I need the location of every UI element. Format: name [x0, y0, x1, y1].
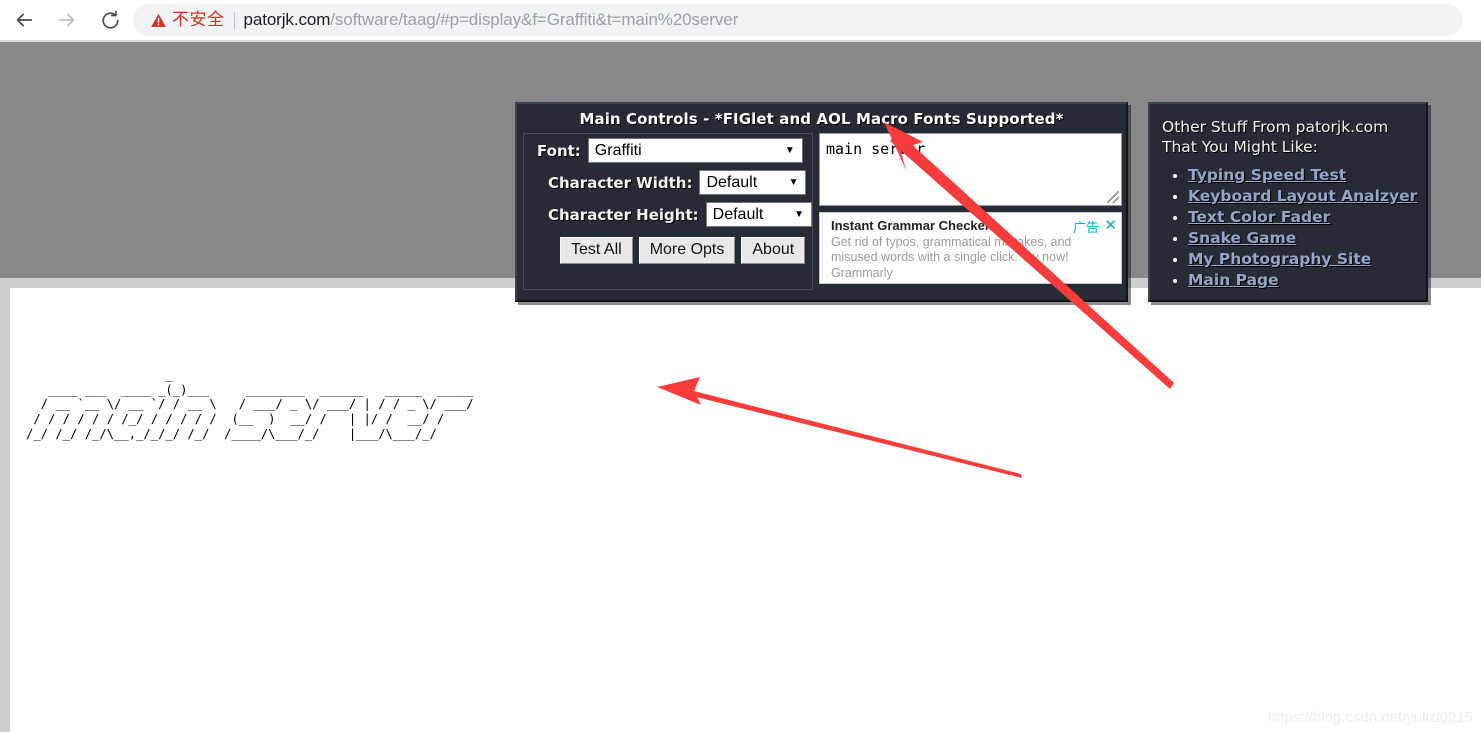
reload-button[interactable] [96, 6, 124, 34]
page-body: Main Controls - *FIGlet and AOL Macro Fo… [0, 42, 1481, 732]
warning-triangle-icon [150, 12, 167, 29]
url-path: /software/taag/#p=display&f=Graffiti&t=m… [330, 10, 739, 29]
other-stuff-heading: Other Stuff From patorjk.com That You Mi… [1162, 118, 1426, 157]
character-width-value: Default [706, 173, 758, 191]
other-stuff-link-list: Typing Speed Test Keyboard Layout Analzy… [1162, 166, 1426, 290]
link-my-photography-site[interactable]: My Photography Site [1188, 250, 1371, 268]
list-item: My Photography Site [1188, 250, 1426, 269]
list-item: Typing Speed Test [1188, 166, 1426, 185]
more-opts-button[interactable]: More Opts [638, 237, 736, 265]
main-controls-body: Font: Graffiti ▼ Character Width: Defaul… [523, 133, 1122, 293]
font-label: Font: [537, 141, 581, 160]
list-item: Snake Game [1188, 229, 1426, 248]
text-input-textarea[interactable]: main server [819, 133, 1122, 206]
resize-handle-icon[interactable] [1107, 191, 1119, 203]
link-typing-speed-test[interactable]: Typing Speed Test [1188, 166, 1346, 184]
test-all-button[interactable]: Test All [560, 237, 633, 265]
chevron-down-icon: ▼ [794, 209, 804, 220]
character-width-select[interactable]: Default ▼ [699, 170, 807, 195]
list-item: Main Page [1188, 271, 1426, 290]
chevron-down-icon: ▼ [784, 145, 795, 156]
page-output-area [10, 288, 1481, 732]
chevron-down-icon: ▼ [788, 177, 799, 188]
other-stuff-panel: Other Stuff From patorjk.com That You Mi… [1148, 102, 1428, 302]
arrow-right-icon [58, 13, 75, 27]
main-controls-buttons: Test All More Opts About [524, 237, 812, 265]
close-icon[interactable]: ✕ [1104, 216, 1117, 234]
forward-button[interactable] [53, 6, 81, 34]
character-height-row: Character Height: Default ▼ [524, 202, 812, 227]
watermark: https://blog.csdn.net/yulizi0215 [1267, 709, 1473, 726]
about-button[interactable]: About [741, 237, 806, 265]
ad-body: Get rid of typos, grammatical mistakes, … [831, 235, 1072, 265]
other-stuff-heading-line2: That You Might Like: [1162, 137, 1318, 156]
font-select[interactable]: Graffiti ▼ [587, 138, 803, 163]
font-row: Font: Graffiti ▼ [524, 138, 812, 163]
browser-toolbar: 不安全 patorjk.com/software/taag/#p=display… [0, 0, 1481, 40]
character-width-row: Character Width: Default ▼ [524, 170, 812, 195]
main-controls-form: Font: Graffiti ▼ Character Width: Defaul… [523, 133, 813, 290]
link-text-color-fader[interactable]: Text Color Fader [1188, 208, 1330, 226]
link-keyboard-layout-analzyer[interactable]: Keyboard Layout Analzyer [1188, 187, 1417, 205]
ad-brand: Grammarly [831, 265, 893, 280]
other-stuff-heading-line1: Other Stuff From patorjk.com [1162, 118, 1389, 136]
list-item: Text Color Fader [1188, 208, 1426, 227]
omnibox-divider [233, 11, 235, 29]
back-button[interactable] [10, 6, 38, 34]
browser-window: 不安全 patorjk.com/software/taag/#p=display… [0, 0, 1481, 732]
url-text: patorjk.com/software/taag/#p=display&f=G… [244, 10, 739, 30]
character-height-value: Default [712, 205, 764, 223]
link-main-page[interactable]: Main Page [1188, 271, 1279, 289]
textarea-value: main server [826, 140, 926, 158]
main-controls-input-column: main server Instant Grammar Checker Get … [819, 133, 1122, 290]
url-host: patorjk.com [243, 10, 331, 29]
security-status-label: 不安全 [172, 9, 225, 30]
arrow-left-icon [16, 13, 33, 27]
list-item: Keyboard Layout Analzyer [1188, 187, 1426, 206]
main-controls-title: Main Controls - *FIGlet and AOL Macro Fo… [579, 110, 1064, 128]
character-height-select[interactable]: Default ▼ [705, 202, 812, 227]
ascii-art-output: _ ____ ___ ____ _(_)___ ________ ______ … [26, 368, 474, 441]
character-width-label: Character Width: [548, 173, 693, 192]
address-bar[interactable]: 不安全 patorjk.com/software/taag/#p=display… [133, 4, 1463, 36]
reload-icon [101, 10, 119, 29]
advertisement[interactable]: Instant Grammar Checker Get rid of typos… [819, 212, 1122, 284]
link-snake-game[interactable]: Snake Game [1188, 229, 1296, 247]
ad-label[interactable]: 广告 [1073, 217, 1099, 236]
main-controls-panel: Main Controls - *FIGlet and AOL Macro Fo… [515, 102, 1128, 302]
font-select-value: Graffiti [594, 141, 642, 159]
character-height-label: Character Height: [548, 205, 699, 224]
